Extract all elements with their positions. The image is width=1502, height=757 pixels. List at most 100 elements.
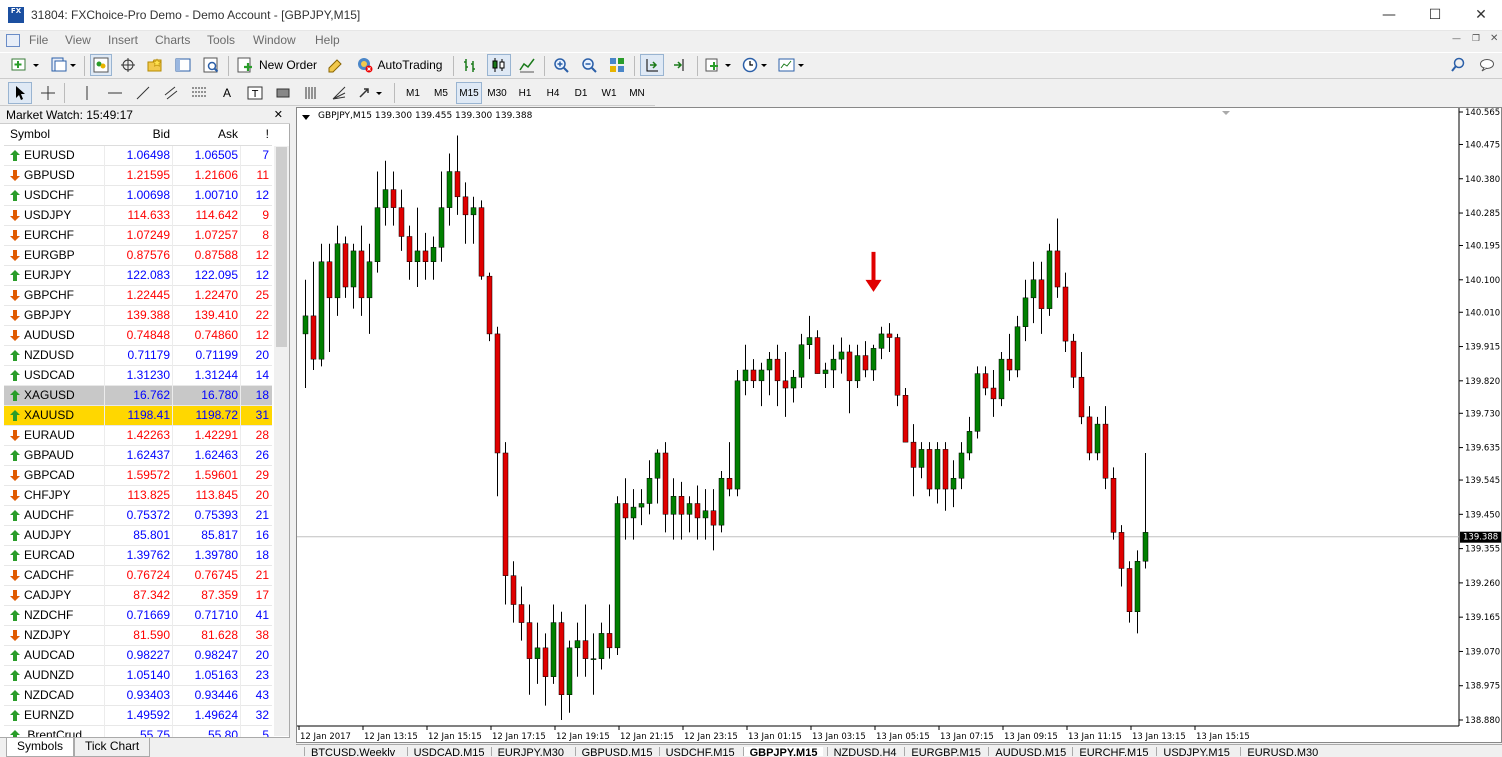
chart-menu-triangle-icon[interactable] [301, 113, 311, 121]
child-minimize-icon[interactable]: — [1452, 34, 1461, 44]
data-window-crosshair-icon[interactable] [117, 54, 139, 76]
vertical-line-icon[interactable] [76, 82, 98, 104]
arrows-dropdown-icon[interactable] [356, 82, 388, 104]
market-watch-toggle-icon[interactable] [90, 54, 112, 76]
timeframe-mn[interactable]: MN [624, 82, 650, 104]
minimize-button[interactable]: — [1366, 0, 1412, 31]
chart-tab[interactable]: EURCHF,M15 [1072, 747, 1154, 756]
close-panel-icon[interactable]: ✕ [274, 107, 283, 123]
symbol-row[interactable]: EURNZD 1.49592 1.49624 32 [4, 706, 272, 726]
new-chart-button[interactable] [8, 54, 44, 76]
trendline-icon[interactable] [132, 82, 154, 104]
menu-help[interactable]: Help [315, 33, 340, 47]
line-chart-icon[interactable] [516, 54, 538, 76]
cursor-icon[interactable] [8, 82, 32, 104]
chart-tab[interactable]: USDJPY,M15 [1156, 747, 1235, 756]
symbol-row[interactable]: USDJPY 114.633 114.642 9 [4, 206, 272, 226]
text-label-icon[interactable]: T [244, 82, 266, 104]
chart-tab[interactable]: USDCHF,M15 [658, 747, 741, 756]
strategy-tester-icon[interactable] [200, 54, 222, 76]
symbol-row[interactable]: AUDJPY 85.801 85.817 16 [4, 526, 272, 546]
child-window-icon[interactable] [6, 34, 20, 47]
menu-view[interactable]: View [65, 33, 91, 47]
symbol-row[interactable]: XAUUSD 1198.41 1198.72 31 [4, 406, 272, 426]
symbol-row[interactable]: CHFJPY 113.825 113.845 20 [4, 486, 272, 506]
symbol-row[interactable]: GBPUSD 1.21595 1.21606 11 [4, 166, 272, 186]
menu-window[interactable]: Window [253, 33, 296, 47]
timeframe-h1[interactable]: H1 [512, 82, 538, 104]
symbol-row[interactable]: NZDCHF 0.71669 0.71710 41 [4, 606, 272, 626]
symbol-row[interactable]: CADJPY 87.342 87.359 17 [4, 586, 272, 606]
tab-tick-chart[interactable]: Tick Chart [74, 738, 151, 757]
chart-tab[interactable]: NZDUSD,H4 [826, 747, 903, 756]
chat-icon[interactable] [1476, 54, 1498, 76]
child-close-icon[interactable]: ✕ [1490, 33, 1498, 44]
symbol-row[interactable]: AUDNZD 1.05140 1.05163 23 [4, 666, 272, 686]
indicators-button[interactable] [703, 54, 737, 76]
menu-file[interactable]: File [29, 33, 48, 47]
child-restore-icon[interactable]: ❐ [1472, 34, 1480, 44]
tab-symbols[interactable]: Symbols [6, 738, 75, 757]
metaeditor-icon[interactable] [324, 54, 346, 76]
symbol-row[interactable]: EURGBP 0.87576 0.87588 12 [4, 246, 272, 266]
timeframe-m1[interactable]: M1 [400, 82, 426, 104]
symbol-row[interactable]: AUDCAD 0.98227 0.98247 20 [4, 646, 272, 666]
symbol-row[interactable]: AUDCHF 0.75372 0.75393 21 [4, 506, 272, 526]
candlestick-chart-icon[interactable] [487, 54, 511, 76]
zoom-out-icon[interactable] [578, 54, 600, 76]
chart-tab[interactable]: BTCUSD,Weekly [304, 747, 401, 756]
rectangle-icon[interactable] [272, 82, 294, 104]
symbol-row[interactable]: EURJPY 122.083 122.095 12 [4, 266, 272, 286]
menu-charts[interactable]: Charts [155, 33, 190, 47]
symbol-row[interactable]: NZDJPY 81.590 81.628 38 [4, 626, 272, 646]
menu-insert[interactable]: Insert [108, 33, 138, 47]
bar-chart-icon[interactable] [459, 54, 481, 76]
equidistant-channel-icon[interactable] [160, 82, 182, 104]
symbol-row[interactable]: USDCAD 1.31230 1.31244 14 [4, 366, 272, 386]
symbol-row[interactable]: AUDUSD 0.74848 0.74860 12 [4, 326, 272, 346]
maximize-button[interactable]: ☐ [1412, 0, 1458, 31]
timeframe-d1[interactable]: D1 [568, 82, 594, 104]
fibonacci-icon[interactable] [188, 82, 210, 104]
column-header-symbol[interactable]: Symbol [10, 127, 50, 141]
navigator-folder-star-icon[interactable] [144, 54, 166, 76]
column-header-spread[interactable]: ! [240, 127, 269, 141]
symbol-row[interactable]: NZDUSD 0.71179 0.71199 20 [4, 346, 272, 366]
chart-window[interactable]: 140.565 140.475 140.380 140.285 140.195 140.1… [296, 107, 1502, 743]
auto-scroll-icon[interactable] [640, 54, 664, 76]
timeframe-w1[interactable]: W1 [596, 82, 622, 104]
cycle-lines-icon[interactable] [300, 82, 322, 104]
new-order-button[interactable]: New Order [234, 54, 320, 76]
timeframe-m30[interactable]: M30 [484, 82, 510, 104]
search-icon[interactable] [1447, 54, 1469, 76]
profiles-button[interactable] [48, 54, 80, 76]
timeframe-m5[interactable]: M5 [428, 82, 454, 104]
menu-tools[interactable]: Tools [207, 33, 235, 47]
symbol-row[interactable]: CADCHF 0.76724 0.76745 21 [4, 566, 272, 586]
chart-tab[interactable]: AUDUSD,M15 [988, 747, 1072, 756]
templates-button[interactable] [776, 54, 808, 76]
chart-tab[interactable]: EURUSD,M30 [1240, 747, 1324, 756]
chart-tab[interactable]: GBPJPY,M15 [742, 747, 824, 756]
timeframe-m15[interactable]: M15 [456, 82, 482, 104]
symbol-row[interactable]: GBPCAD 1.59572 1.59601 29 [4, 466, 272, 486]
fibo-fan-icon[interactable] [328, 82, 350, 104]
autotrading-button[interactable]: AutoTrading [351, 54, 447, 76]
horizontal-line-icon[interactable] [104, 82, 126, 104]
text-tool-icon[interactable]: A [216, 82, 238, 104]
column-header-ask[interactable]: Ask [172, 127, 238, 141]
chart-tab[interactable]: EURJPY,M30 [490, 747, 570, 756]
symbol-row[interactable]: GBPJPY 139.388 139.410 22 [4, 306, 272, 326]
symbol-row[interactable]: EURCHF 1.07249 1.07257 8 [4, 226, 272, 246]
chart-tab[interactable]: USDCAD,M15 [406, 747, 491, 756]
symbol-row[interactable]: NZDCAD 0.93403 0.93446 43 [4, 686, 272, 706]
price-chart[interactable]: 140.565 140.475 140.380 140.285 140.195 140.1… [297, 108, 1501, 742]
zoom-in-icon[interactable] [550, 54, 572, 76]
chart-shift-icon[interactable] [669, 54, 691, 76]
crosshair-icon[interactable] [37, 82, 59, 104]
chart-tab[interactable]: GBPUSD,M15 [574, 747, 659, 756]
symbol-row[interactable]: XAGUSD 16.762 16.780 18 [4, 386, 272, 406]
chart-tab[interactable]: EURGBP,M15 [904, 747, 987, 756]
symbol-row[interactable]: EURAUD 1.42263 1.42291 28 [4, 426, 272, 446]
symbol-row[interactable]: GBPAUD 1.62437 1.62463 26 [4, 446, 272, 466]
